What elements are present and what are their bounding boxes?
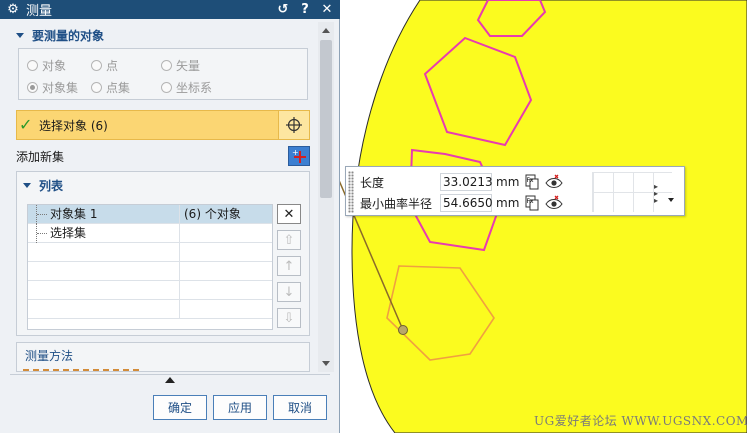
result-menu-button[interactable]: ▸ ▸ ▸ [654, 183, 674, 205]
move-to-top-button[interactable]: ⇧ [277, 230, 301, 250]
move-to-bottom-button[interactable]: ⇩ [277, 308, 301, 328]
result-label: 长度 [360, 175, 385, 190]
radio-csys[interactable]: 坐标系 [161, 79, 212, 96]
list-group-header[interactable]: 列表 [17, 172, 309, 198]
radio-object-set[interactable]: 对象集 [27, 79, 78, 96]
apply-button[interactable]: 应用 [213, 395, 267, 420]
help-icon[interactable]: ? [298, 2, 312, 17]
collapse-triangle-icon [16, 32, 24, 38]
measure-method-title: 测量方法 [25, 349, 74, 363]
result-unit: mm [496, 196, 520, 210]
measure-method-group[interactable]: 测量方法 [16, 342, 310, 372]
scroll-thumb[interactable] [320, 40, 332, 198]
close-icon[interactable]: ✕ [320, 2, 334, 17]
radio-dot-icon [27, 60, 38, 71]
svg-text:Fx: Fx [527, 177, 534, 184]
move-down-button[interactable]: ↓ [277, 282, 301, 302]
watermark: UG爱好者论坛 WWW.UGSNX.COM [534, 414, 747, 428]
radio-object[interactable]: 对象 [27, 57, 66, 74]
measure-dialog: ⚙ 测量 ↺ ? ✕ 要测量的对象 对象 点 矢量 对象集 点集 坐标系 ✓ 选… [0, 0, 340, 433]
radio-point-set[interactable]: 点集 [91, 79, 130, 96]
table-row [28, 243, 272, 262]
close-icon: ✕ [283, 206, 295, 222]
table-row [28, 262, 272, 281]
arrow-down-icon: ↓ [283, 284, 295, 300]
select-objects-label: 选择对象 (6) [39, 118, 108, 133]
radio-vector[interactable]: 矢量 [161, 57, 200, 74]
add-set-icon: + [292, 148, 306, 163]
scroll-down-icon[interactable] [322, 361, 330, 366]
list-group-title: 列表 [39, 178, 64, 193]
table-row[interactable]: 对象集 1 (6) 个对象 [28, 205, 272, 224]
gear-icon: ⚙ [7, 2, 19, 17]
show-hide-eye-icon[interactable] [544, 173, 564, 191]
result-value[interactable]: 54.6650 [440, 194, 493, 212]
ok-button[interactable]: 确定 [153, 395, 207, 420]
radio-dot-icon [161, 82, 172, 93]
cancel-button[interactable]: 取消 [273, 395, 327, 420]
crosshair-select-button[interactable] [278, 111, 309, 139]
result-row-min-radius: 最小曲率半径 54.6650 mm Fx [360, 193, 566, 213]
dialog-scrollbar[interactable] [318, 22, 334, 372]
table-row [28, 281, 272, 300]
add-new-set-label: 添加新集 [16, 149, 65, 164]
objects-group-title: 要测量的对象 [32, 28, 105, 43]
copy-to-clipboard-icon[interactable]: Fx [522, 173, 542, 191]
radio-point[interactable]: 点 [91, 57, 118, 74]
move-top-icon: ⇧ [283, 232, 295, 248]
scroll-up-icon[interactable] [322, 28, 330, 33]
radio-dot-selected-icon [27, 82, 38, 93]
result-row-length: 长度 33.0213 mm Fx [360, 172, 566, 192]
result-label: 最小曲率半径 [360, 196, 433, 211]
add-new-set-row: 添加新集 + [16, 146, 310, 166]
collapse-triangle-icon [23, 182, 31, 188]
select-objects-row[interactable]: ✓ 选择对象 (6) [16, 110, 310, 140]
dialog-title: 测量 [26, 4, 53, 19]
drag-grip-icon[interactable] [348, 171, 354, 213]
objects-group-header[interactable]: 要测量的对象 [10, 22, 310, 48]
collapse-up-icon [165, 376, 175, 383]
result-value[interactable]: 33.0213 [440, 173, 493, 191]
reset-icon[interactable]: ↺ [276, 2, 290, 17]
radio-dot-icon [161, 60, 172, 71]
crosshair-icon [286, 117, 302, 133]
radio-dot-icon [91, 82, 102, 93]
result-grid-area [592, 172, 672, 212]
table-row [28, 300, 272, 319]
dropdown-arrow-icon [668, 198, 674, 202]
method-icons-strip [23, 369, 143, 371]
svg-text:Fx: Fx [527, 198, 534, 205]
measure-point[interactable] [398, 325, 408, 335]
add-new-set-button[interactable]: + [288, 146, 310, 166]
move-bottom-icon: ⇩ [283, 310, 295, 326]
yellow-face[interactable] [351, 0, 747, 433]
object-type-radio-group: 对象 点 矢量 对象集 点集 坐标系 [18, 48, 308, 100]
arrow-up-icon: ↑ [283, 258, 295, 274]
remove-set-button[interactable]: ✕ [277, 204, 301, 224]
table-row[interactable]: 选择集 [28, 224, 272, 243]
move-up-button[interactable]: ↑ [277, 256, 301, 276]
svg-text:+: + [292, 148, 299, 157]
checkmark-icon: ✓ [19, 115, 33, 134]
collapse-bar[interactable] [10, 374, 330, 384]
list-group: 列表 对象集 1 (6) 个对象 选择集 ✕ ⇧ ↑ ↓ ⇩ [16, 171, 310, 336]
list-side-buttons: ✕ ⇧ ↑ ↓ ⇩ [277, 204, 301, 334]
copy-to-clipboard-icon[interactable]: Fx [522, 194, 542, 212]
dialog-titlebar[interactable]: ⚙ 测量 ↺ ? ✕ [0, 0, 340, 19]
radio-dot-icon [91, 60, 102, 71]
measure-result-box: 长度 33.0213 mm Fx 最小曲率半径 54.6650 mm Fx ▸ ▸… [345, 166, 685, 216]
object-set-table: 对象集 1 (6) 个对象 选择集 [27, 204, 273, 330]
show-hide-eye-icon[interactable] [544, 194, 564, 212]
result-unit: mm [496, 175, 520, 189]
